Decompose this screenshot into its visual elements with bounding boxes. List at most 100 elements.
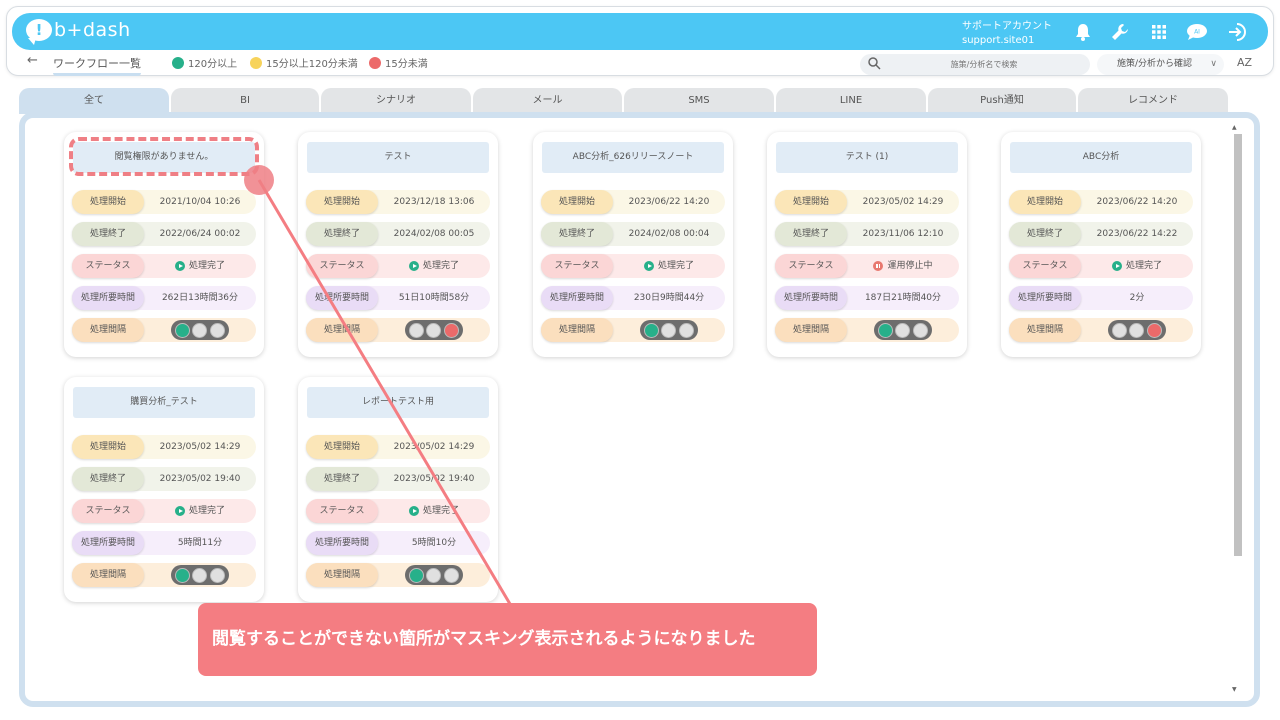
scroll-thumb[interactable]: [1234, 134, 1242, 556]
row-duration: 処理所要時間 5時間11分: [72, 531, 256, 555]
row-label: 処理終了: [306, 222, 378, 246]
card-title: 購買分析_テスト: [73, 387, 255, 418]
row-status: ステータス 処理完了: [72, 499, 256, 523]
row-interval: 処理間隔: [306, 318, 490, 342]
card-title: テスト: [307, 142, 489, 173]
search-input[interactable]: [886, 56, 1082, 73]
search-box[interactable]: [860, 54, 1090, 75]
play-icon: [174, 261, 185, 271]
tab-recommend[interactable]: レコメンド: [1078, 88, 1228, 114]
start-value: 2023/05/02 14:29: [159, 442, 241, 452]
row-status: ステータス 処理完了: [306, 254, 490, 278]
tab-push[interactable]: Push通知: [928, 88, 1076, 114]
row-start: 処理開始 2023/12/18 13:06: [306, 190, 490, 214]
tab-bi[interactable]: BI: [171, 88, 319, 114]
interval-value: [144, 318, 256, 342]
back-arrow-icon[interactable]: ←: [27, 53, 38, 68]
scroll-down-icon[interactable]: ▼: [1232, 686, 1237, 693]
sub-toolbar: ← ワークフロー一覧 120分以上 15分以上120分未満 15分未満 施策/分…: [7, 51, 1275, 77]
search-icon: [868, 57, 881, 70]
row-status: ステータス 処理完了: [541, 254, 725, 278]
logo-text: b+dash: [54, 19, 131, 41]
traffic-light-3: [209, 567, 225, 583]
row-interval: 処理間隔: [1009, 318, 1193, 342]
end-value: 2022/06/24 00:02: [159, 229, 241, 239]
row-start: 処理開始 2023/05/02 14:29: [775, 190, 959, 214]
status-text: 処理完了: [422, 261, 459, 271]
workflow-card[interactable]: ABC分析_626リリースノート 処理開始 2023/06/22 14:20 処理終了…: [533, 132, 733, 357]
scrollbar[interactable]: ▲ ▼: [1229, 124, 1243, 698]
bell-icon[interactable]: [1072, 21, 1094, 43]
account-site: support.site01: [962, 35, 1035, 46]
traffic-light-indicator: [1108, 320, 1166, 340]
duration-value: 262日13時間36分: [161, 293, 239, 303]
traffic-light-3: [1146, 322, 1162, 338]
row-start: 処理開始 2023/06/22 14:20: [541, 190, 725, 214]
row-end: 処理終了 2022/06/24 00:02: [72, 222, 256, 246]
workflow-card[interactable]: テスト処理開始 2023/12/18 13:06 処理終了 2024/02/08 00…: [298, 132, 498, 357]
row-label: 処理開始: [541, 190, 613, 214]
row-label: 処理所要時間: [306, 531, 378, 555]
logo-bubble-icon: !: [26, 19, 52, 45]
row-interval: 処理間隔: [306, 563, 490, 587]
row-duration: 処理所要時間 230日9時間44分: [541, 286, 725, 310]
workflow-card[interactable]: 購買分析_テスト 処理開始 2023/05/02 14:29 処理終了 2023/05/…: [64, 377, 264, 602]
row-end: 処理終了 2023/05/02 19:40: [72, 467, 256, 491]
play-icon: [1111, 261, 1122, 271]
row-label: 処理所要時間: [1009, 286, 1081, 310]
filter-select[interactable]: 施策/分析から確認 ∨: [1097, 54, 1224, 75]
row-label: 処理終了: [72, 467, 144, 491]
callout-box: 閲覧することができない箇所がマスキング表示されるようになりました: [198, 603, 817, 676]
logo[interactable]: ! b+dash: [26, 19, 131, 45]
row-label: ステータス: [1009, 254, 1081, 278]
row-label: 処理間隔: [1009, 318, 1081, 342]
duration-value: 51日10時間58分: [398, 293, 470, 303]
row-label: 処理終了: [775, 222, 847, 246]
end-value: 2024/02/08 00:04: [628, 229, 710, 239]
tab-mail[interactable]: メール: [473, 88, 622, 114]
row-label: 処理間隔: [72, 318, 144, 342]
sort-az-button[interactable]: AZ: [1237, 56, 1252, 69]
legend-item-medium: 15分以上120分未満: [250, 55, 358, 70]
interval-value: [847, 318, 959, 342]
row-label: 処理所要時間: [775, 286, 847, 310]
svg-text:AI: AI: [1194, 29, 1200, 36]
traffic-light-indicator: [874, 320, 932, 340]
workflow-card[interactable]: テスト (1) 処理開始 2023/05/02 14:29 処理終了 2023/11/0…: [767, 132, 967, 357]
row-duration: 処理所要時間 187日21時間40分: [775, 286, 959, 310]
chat-icon[interactable]: AI: [1186, 21, 1208, 43]
workflow-card[interactable]: ABC分析 処理開始 2023/06/22 14:20 処理終了 2023/06/22 …: [1001, 132, 1201, 357]
green-dot-icon: [172, 56, 184, 69]
row-label: 処理開始: [306, 435, 378, 459]
play-icon: [408, 506, 419, 516]
wrench-icon[interactable]: [1109, 21, 1131, 43]
grid-icon[interactable]: [1148, 21, 1170, 43]
red-dot-icon: [369, 56, 381, 69]
row-start: 処理開始 2023/05/02 14:29: [306, 435, 490, 459]
filter-select-value: 施策/分析から確認: [1117, 59, 1193, 69]
scroll-up-icon[interactable]: ▲: [1232, 124, 1237, 131]
row-label: 処理所要時間: [72, 286, 144, 310]
workflow-card[interactable]: レポートテスト用 処理開始 2023/05/02 14:29 処理終了 2023/05/…: [298, 377, 498, 602]
app-header: ! b+dash サポートアカウント support.site01 AI ← ワ…: [6, 6, 1274, 76]
row-start: 処理開始 2023/05/02 14:29: [72, 435, 256, 459]
traffic-light-2: [895, 322, 911, 338]
account-info[interactable]: サポートアカウント support.site01: [962, 20, 1052, 48]
tab-scenario[interactable]: シナリオ: [321, 88, 471, 114]
start-value: 2021/10/04 10:26: [159, 197, 241, 207]
row-label: 処理所要時間: [541, 286, 613, 310]
tab-sms[interactable]: SMS: [624, 88, 774, 114]
row-label: 処理間隔: [306, 563, 378, 587]
traffic-light-3: [443, 322, 459, 338]
traffic-light-2: [661, 322, 677, 338]
tab-all[interactable]: 全て: [19, 88, 169, 114]
chevron-down-icon: ∨: [1210, 59, 1217, 69]
duration-value: 230日9時間44分: [633, 293, 705, 303]
row-end: 処理終了 2024/02/08 00:05: [306, 222, 490, 246]
duration-value: 2分: [1129, 293, 1145, 303]
end-value: 2023/11/06 12:10: [862, 229, 944, 239]
logout-icon[interactable]: [1226, 21, 1248, 43]
card-title: レポートテスト用: [307, 387, 489, 418]
status-value: 処理完了: [378, 499, 490, 523]
tab-line[interactable]: LINE: [776, 88, 926, 114]
